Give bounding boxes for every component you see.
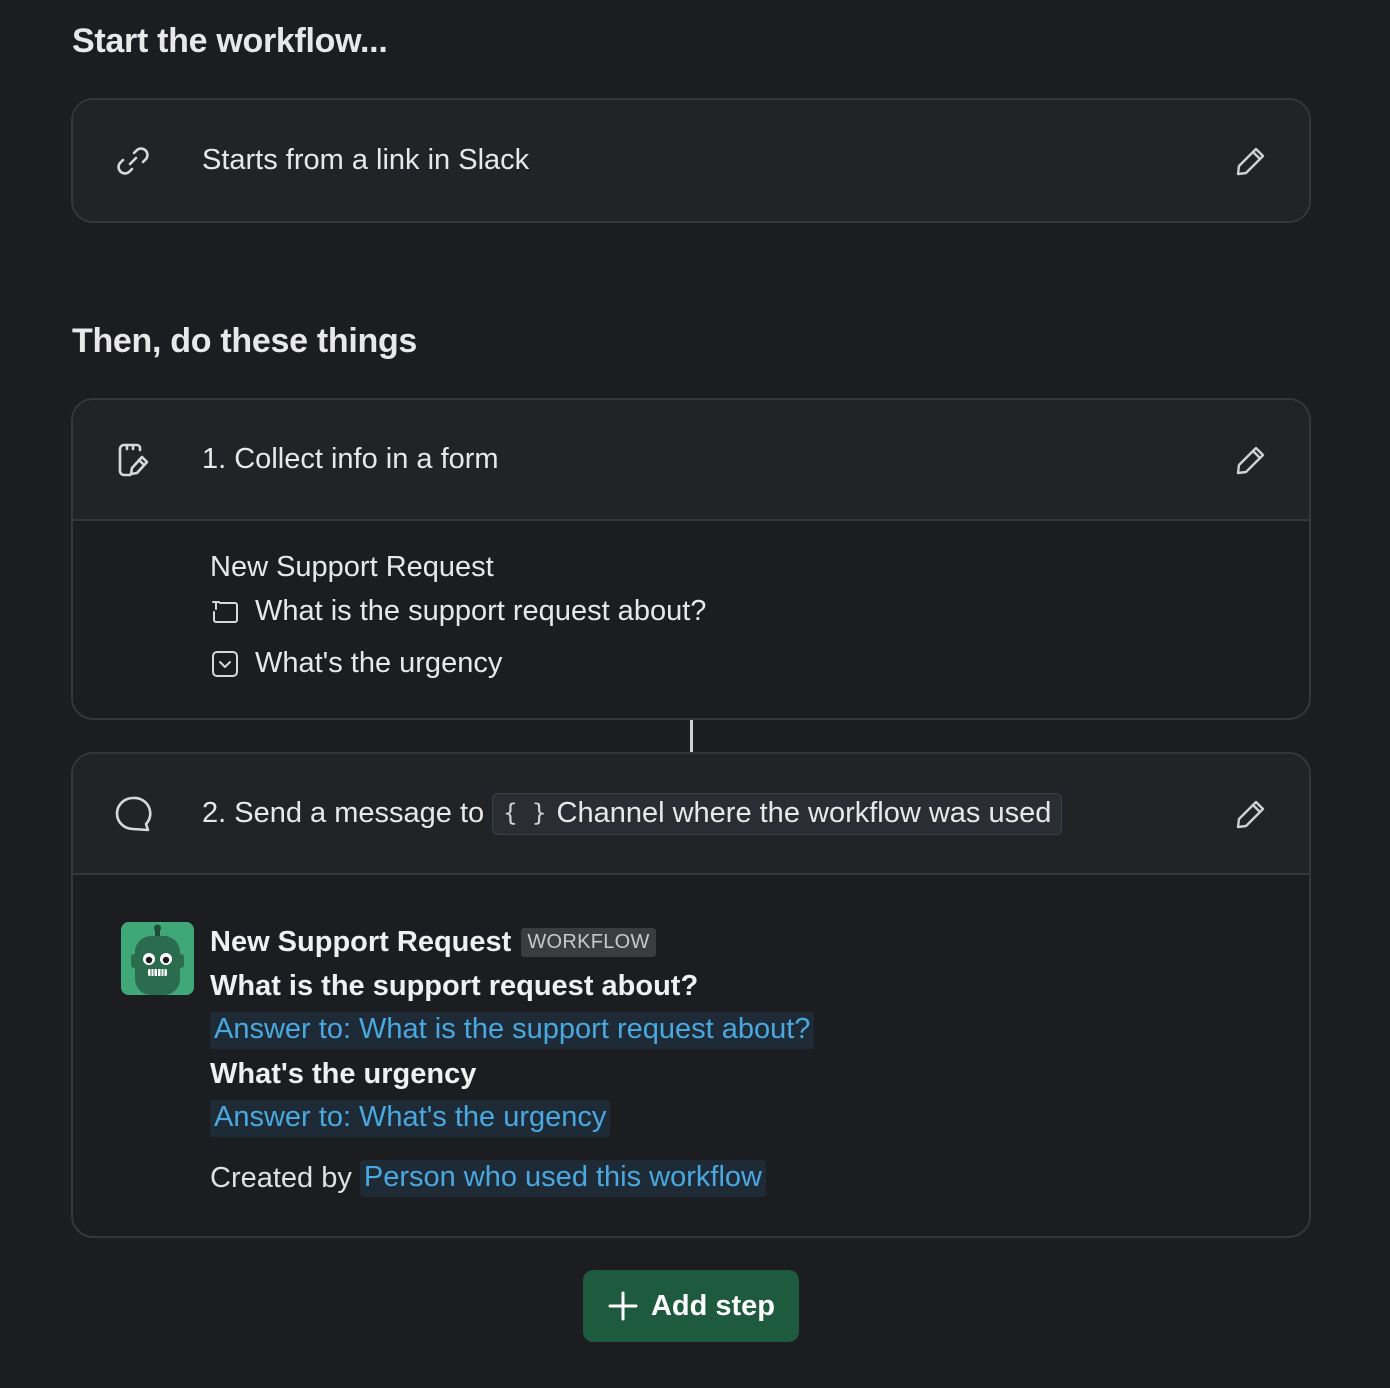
- step2-header: 2. Send a message to { } Channel where t…: [73, 754, 1309, 875]
- start-section-title: Start the workflow...: [72, 22, 388, 60]
- channel-token[interactable]: { } Channel where the workflow was used: [492, 792, 1063, 835]
- message-header: New Support Request WORKFLOW: [210, 920, 814, 964]
- pencil-icon: [1236, 147, 1265, 175]
- question-2: What's the urgency: [210, 1057, 477, 1090]
- answer-2-line: Answer to: What's the urgency: [210, 1096, 814, 1140]
- trigger-label: Starts from a link in Slack: [202, 144, 530, 176]
- answer-1-variable[interactable]: Answer to: What is the support request a…: [210, 1011, 815, 1049]
- form-preview: New Support Request What is the support …: [73, 521, 1309, 717]
- message-content: New Support Request WORKFLOW What is the…: [210, 920, 815, 1200]
- edit-step1-button[interactable]: [1229, 438, 1273, 482]
- created-by-line: Created by Person who used this workflow: [210, 1156, 814, 1200]
- answer-1-line: Answer to: What is the support request a…: [210, 1008, 815, 1052]
- step1-card[interactable]: 1. Collect info in a form New Support Re…: [71, 398, 1311, 720]
- link-icon: [113, 141, 153, 181]
- step2-card[interactable]: 2. Send a message to { } Channel where t…: [71, 752, 1311, 1238]
- trigger-card[interactable]: Starts from a link in Slack: [71, 98, 1311, 223]
- answer-2-variable[interactable]: Answer to: What's the urgency: [210, 1099, 611, 1137]
- step1-header: 1. Collect info in a form: [73, 400, 1309, 521]
- workflow-badge: WORKFLOW: [521, 927, 656, 957]
- step2-label-prefix: 2. Send a message to: [202, 797, 485, 829]
- channel-token-label: Channel where the workflow was used: [556, 796, 1052, 829]
- pencil-icon: [1236, 446, 1265, 474]
- step2-label: 2. Send a message to { } Channel where t…: [202, 792, 1063, 835]
- plus-icon: [607, 1290, 639, 1322]
- form-icon: [113, 440, 153, 480]
- workflow-builder: Start the workflow... Starts from a link…: [0, 0, 1390, 1388]
- edit-step2-button[interactable]: [1229, 792, 1273, 836]
- form-field: What is the support request about?: [210, 595, 706, 628]
- sender-name: New Support Request: [210, 925, 512, 958]
- created-by-variable[interactable]: Person who used this workflow: [359, 1159, 766, 1197]
- step1-label: 1. Collect info in a form: [202, 443, 499, 475]
- trigger-card-header: Starts from a link in Slack: [73, 100, 1309, 221]
- form-field-label: What is the support request about?: [255, 595, 707, 627]
- step-connector: [690, 720, 693, 752]
- pencil-icon: [1236, 800, 1265, 828]
- workflow-bot-avatar: [121, 922, 194, 995]
- add-step-label: Add step: [650, 1289, 776, 1322]
- form-title: New Support Request: [210, 551, 494, 583]
- question-1: What is the support request about?: [210, 969, 699, 1002]
- form-field: What's the urgency: [210, 647, 502, 680]
- created-by-label: Created by: [210, 1161, 352, 1194]
- form-field-label: What's the urgency: [255, 647, 503, 679]
- text-field-icon: [210, 597, 240, 627]
- edit-trigger-button[interactable]: [1229, 139, 1273, 183]
- braces-icon: { }: [503, 799, 547, 827]
- message-icon: [113, 794, 153, 834]
- message-preview: New Support Request WORKFLOW What is the…: [73, 875, 1309, 1235]
- add-step-button[interactable]: Add step: [583, 1270, 799, 1342]
- dropdown-field-icon: [210, 649, 240, 679]
- steps-section-title: Then, do these things: [72, 322, 418, 360]
